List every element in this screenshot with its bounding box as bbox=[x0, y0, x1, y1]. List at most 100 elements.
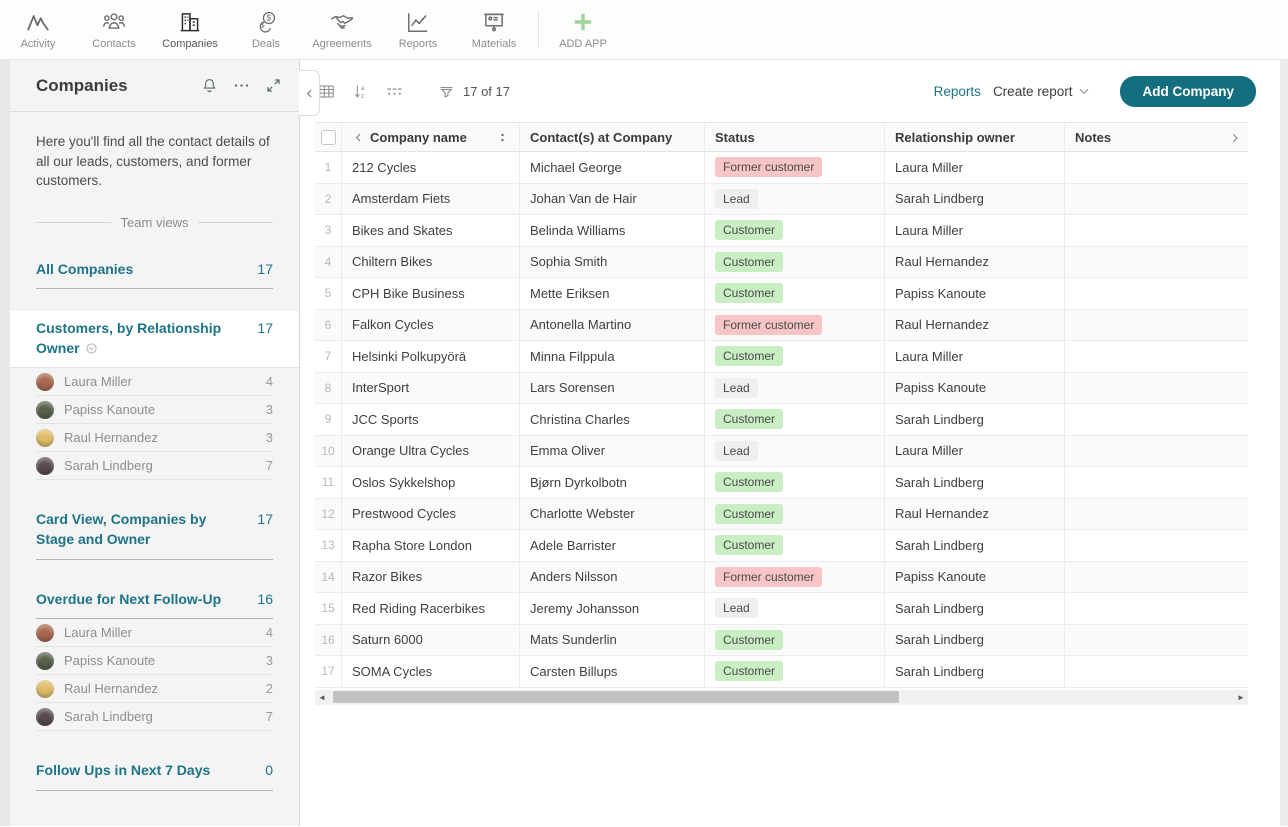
column-settings-icon[interactable] bbox=[385, 82, 404, 101]
table-row[interactable]: 3Bikes and SkatesBelinda WilliamsCustome… bbox=[315, 215, 1248, 247]
status-cell: Former customer bbox=[705, 562, 885, 593]
contact-cell: Mette Eriksen bbox=[520, 278, 705, 309]
column-label: Relationship owner bbox=[895, 130, 1015, 145]
owner-cell: Sarah Lindberg bbox=[885, 404, 1065, 435]
header-status[interactable]: Status bbox=[705, 123, 885, 151]
table-row[interactable]: 15Red Riding RacerbikesJeremy JohanssonL… bbox=[315, 593, 1248, 625]
contact-cell: Johan Van de Hair bbox=[520, 184, 705, 215]
table-row[interactable]: 4Chiltern BikesSophia SmithCustomerRaul … bbox=[315, 247, 1248, 279]
member-count: 4 bbox=[266, 374, 273, 389]
nav-item-activity[interactable]: Activity bbox=[0, 0, 76, 59]
avatar bbox=[36, 457, 54, 475]
nav-item-contacts[interactable]: Contacts bbox=[76, 0, 152, 59]
collapse-toggle-icon[interactable] bbox=[85, 341, 98, 354]
table-row[interactable]: 17SOMA CyclesCarsten BillupsCustomerSara… bbox=[315, 656, 1248, 688]
company-name-cell: JCC Sports bbox=[342, 404, 520, 435]
sidebar-member-sarah-lindberg[interactable]: Sarah Lindberg7 bbox=[36, 452, 273, 480]
table-row[interactable]: 13Rapha Store LondonAdele BarristerCusto… bbox=[315, 530, 1248, 562]
chevron-left-icon[interactable] bbox=[352, 131, 365, 144]
column-label: Contact(s) at Company bbox=[530, 130, 672, 145]
contact-cell: Lars Sorensen bbox=[520, 373, 705, 404]
nav-item-deals[interactable]: $$Deals bbox=[228, 0, 304, 59]
create-report-button[interactable]: Create report bbox=[993, 83, 1093, 99]
sidebar-member-papiss-kanoute[interactable]: Papiss Kanoute3 bbox=[36, 396, 273, 424]
table-row[interactable]: 2Amsterdam FietsJohan Van de HairLeadSar… bbox=[315, 184, 1248, 216]
chevron-right-icon[interactable] bbox=[1228, 131, 1242, 145]
nav-item-reports[interactable]: Reports bbox=[380, 0, 456, 59]
top-navigation: ActivityContactsCompanies$$DealsAgreemen… bbox=[0, 0, 1288, 60]
company-name-cell: Orange Ultra Cycles bbox=[342, 436, 520, 467]
status-cell: Lead bbox=[705, 184, 885, 215]
view-count: 0 bbox=[265, 761, 273, 778]
table-row[interactable]: 14Razor BikesAnders NilssonFormer custom… bbox=[315, 562, 1248, 594]
header-contact[interactable]: Contact(s) at Company bbox=[520, 123, 705, 151]
expand-icon[interactable] bbox=[264, 76, 283, 95]
sort-icon[interactable]: az bbox=[351, 82, 370, 101]
member-count: 7 bbox=[266, 458, 273, 473]
row-number: 11 bbox=[315, 467, 342, 498]
scroll-left-arrow[interactable]: ◄ bbox=[315, 690, 329, 705]
sidebar-member-sarah-lindberg[interactable]: Sarah Lindberg7 bbox=[36, 703, 273, 731]
table-row[interactable]: 5CPH Bike BusinessMette EriksenCustomerP… bbox=[315, 278, 1248, 310]
table-row[interactable]: 10Orange Ultra CyclesEmma OliverLeadLaur… bbox=[315, 436, 1248, 468]
contact-cell: Antonella Martino bbox=[520, 310, 705, 341]
more-options-icon[interactable] bbox=[232, 76, 251, 95]
table-row[interactable]: 1212 CyclesMichael GeorgeFormer customer… bbox=[315, 152, 1248, 184]
select-all-checkbox[interactable] bbox=[321, 130, 336, 145]
row-number: 4 bbox=[315, 247, 342, 278]
sidebar-member-raul-hernandez[interactable]: Raul Hernandez3 bbox=[36, 424, 273, 452]
company-name-cell: Prestwood Cycles bbox=[342, 499, 520, 530]
view-count: 17 bbox=[257, 510, 273, 527]
notification-bell-icon[interactable] bbox=[200, 76, 219, 95]
sidebar-view-card-view-companies-by-stage-and-owner[interactable]: Card View, Companies by Stage and Owner1… bbox=[36, 502, 273, 559]
sidebar-member-laura-miller[interactable]: Laura Miller4 bbox=[36, 619, 273, 647]
sidebar-collapse-button[interactable] bbox=[299, 70, 320, 116]
table-row[interactable]: 8InterSportLars SorensenLeadPapiss Kanou… bbox=[315, 373, 1248, 405]
row-number: 8 bbox=[315, 373, 342, 404]
sidebar-member-laura-miller[interactable]: Laura Miller4 bbox=[36, 368, 273, 396]
plus-icon bbox=[570, 9, 596, 35]
sidebar-view-follow-ups-in-next-7-days[interactable]: Follow Ups in Next 7 Days0 bbox=[36, 753, 273, 791]
nav-item-materials[interactable]: Materials bbox=[456, 0, 532, 59]
sidebar-view-overdue-for-next-follow-up[interactable]: Overdue for Next Follow-Up16 bbox=[36, 582, 273, 620]
table-row[interactable]: 9JCC SportsChristina CharlesCustomerSara… bbox=[315, 404, 1248, 436]
nav-item-add-app[interactable]: ADD APP bbox=[545, 0, 621, 59]
owner-cell: Papiss Kanoute bbox=[885, 562, 1065, 593]
notes-cell bbox=[1065, 467, 1248, 498]
header-company-name[interactable]: Company name bbox=[342, 123, 520, 151]
table-row[interactable]: 6Falkon CyclesAntonella MartinoFormer cu… bbox=[315, 310, 1248, 342]
status-badge: Customer bbox=[715, 283, 783, 303]
header-owner[interactable]: Relationship owner bbox=[885, 123, 1065, 151]
table-row[interactable]: 16Saturn 6000Mats SunderlinCustomerSarah… bbox=[315, 625, 1248, 657]
nav-item-companies[interactable]: Companies bbox=[152, 0, 228, 59]
nav-item-agreements[interactable]: Agreements bbox=[304, 0, 380, 59]
status-cell: Customer bbox=[705, 499, 885, 530]
team-views-label: Team views bbox=[121, 215, 189, 230]
reports-link[interactable]: Reports bbox=[934, 84, 981, 99]
table-row[interactable]: 12Prestwood CyclesCharlotte WebsterCusto… bbox=[315, 499, 1248, 531]
column-label: Notes bbox=[1075, 130, 1111, 145]
sidebar-member-raul-hernandez[interactable]: Raul Hernandez2 bbox=[36, 675, 273, 703]
sidebar-view-customers-by-relationship-owner[interactable]: Customers, by Relationship Owner17 bbox=[10, 311, 299, 368]
header-notes[interactable]: Notes bbox=[1065, 123, 1248, 151]
sidebar-member-papiss-kanoute[interactable]: Papiss Kanoute3 bbox=[36, 647, 273, 675]
table-row[interactable]: 11Oslos SykkelshopBjørn DyrkolbotnCustom… bbox=[315, 467, 1248, 499]
sort-arrows-icon[interactable] bbox=[496, 131, 509, 144]
filter-icon[interactable] bbox=[437, 82, 456, 101]
table-row[interactable]: 7Helsinki PolkupyöräMinna FilppulaCustom… bbox=[315, 341, 1248, 373]
company-name-cell: Helsinki Polkupyörä bbox=[342, 341, 520, 372]
scroll-right-arrow[interactable]: ► bbox=[1234, 690, 1248, 705]
contact-cell: Mats Sunderlin bbox=[520, 625, 705, 656]
table-toolbar: az 17 of 17 Reports Create report Add bbox=[300, 60, 1280, 122]
horizontal-scrollbar[interactable]: ◄ ► bbox=[315, 690, 1248, 705]
contact-cell: Sophia Smith bbox=[520, 247, 705, 278]
member-name: Raul Hernandez bbox=[64, 430, 266, 445]
member-count: 4 bbox=[266, 625, 273, 640]
status-badge: Lead bbox=[715, 441, 758, 461]
sidebar-view-group: Customers, by Relationship Owner17Laura … bbox=[10, 311, 299, 480]
scrollbar-thumb[interactable] bbox=[333, 691, 899, 703]
member-name: Sarah Lindberg bbox=[64, 458, 266, 473]
sidebar-view-all-companies[interactable]: All Companies17 bbox=[36, 252, 273, 290]
add-company-button[interactable]: Add Company bbox=[1120, 76, 1256, 107]
notes-cell bbox=[1065, 625, 1248, 656]
